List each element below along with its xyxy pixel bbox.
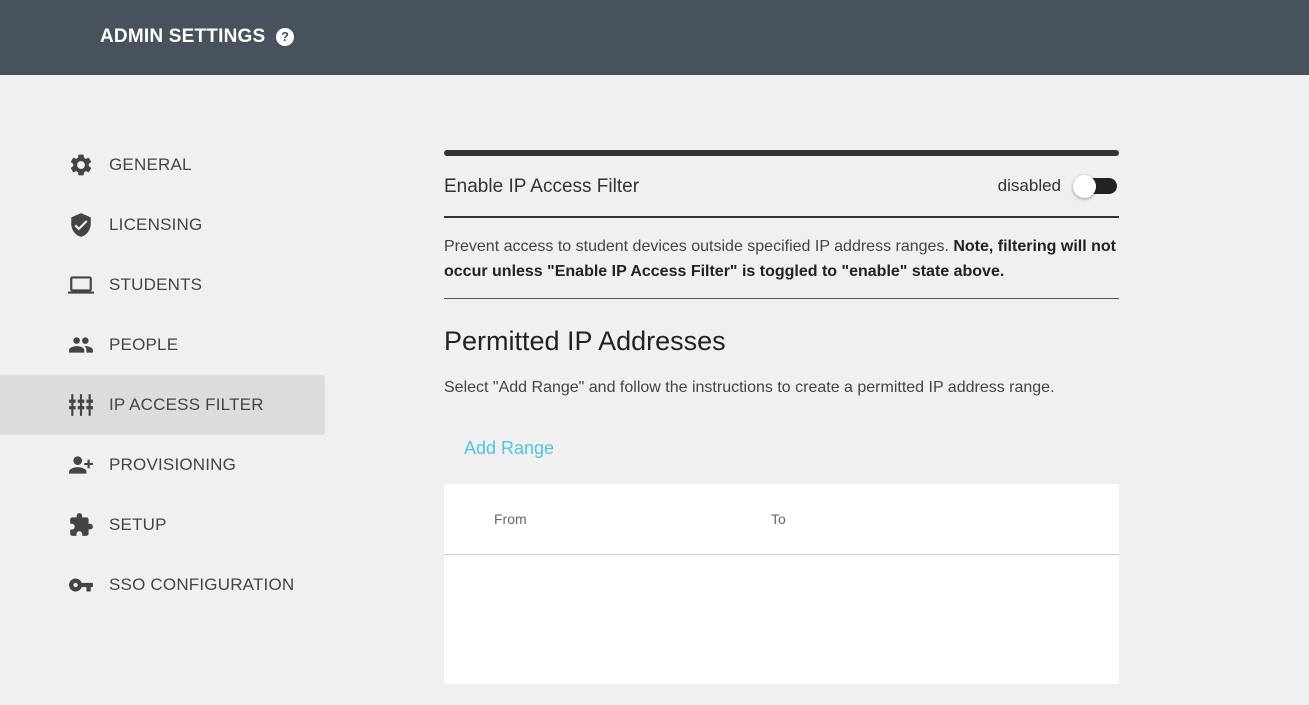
sliders-icon [66,392,96,418]
sidebar-item-label: PROVISIONING [109,455,237,474]
ip-filter-title: Enable IP Access Filter [444,176,640,197]
sidebar-item-setup[interactable]: SETUP [0,495,325,555]
sidebar-item-label: GENERAL [109,155,192,174]
sidebar-item-ip-access-filter[interactable]: IP ACCESS FILTER [0,375,325,435]
shield-check-icon [66,212,96,238]
person-add-icon [66,452,96,478]
column-to[interactable]: To [771,511,786,527]
sidebar: GENERAL LICENSING STUDENTS PEOPLE IP ACC… [0,135,325,615]
sidebar-item-general[interactable]: GENERAL [0,135,325,195]
sidebar-item-licensing[interactable]: LICENSING [0,195,325,255]
puzzle-icon [66,512,96,538]
people-icon [66,332,96,358]
help-icon[interactable]: ? [276,28,294,46]
sidebar-item-provisioning[interactable]: PROVISIONING [0,435,325,495]
gear-icon [66,152,96,178]
ip-filter-description: Prevent access to student devices outsid… [444,234,1119,299]
laptop-icon [66,272,96,298]
key-icon [66,572,96,598]
sidebar-item-label: IP ACCESS FILTER [109,395,264,414]
add-range-button[interactable]: Add Range [464,438,554,459]
app-header: ADMIN SETTINGS ? [0,0,1309,75]
sidebar-item-label: SSO CONFIGURATION [109,575,295,594]
toggle-knob [1073,175,1096,198]
page-title: ADMIN SETTINGS [100,26,266,47]
permitted-ip-title: Permitted IP Addresses [444,326,726,356]
sidebar-item-label: STUDENTS [109,275,203,294]
sidebar-item-people[interactable]: PEOPLE [0,315,325,375]
ip-filter-toggle[interactable] [1073,175,1117,198]
ip-range-table: From To [444,484,1119,684]
sidebar-item-label: SETUP [109,515,167,534]
sidebar-item-label: LICENSING [109,215,203,234]
sidebar-item-label: PEOPLE [109,335,179,354]
permitted-ip-description: Select "Add Range" and follow the instru… [444,379,1055,396]
ip-filter-status: disabled [997,176,1061,195]
table-header: From To [444,484,1119,555]
ip-filter-toggle-row: Enable IP Access Filter disabled [444,156,1119,218]
sidebar-item-sso-configuration[interactable]: SSO CONFIGURATION [0,555,325,615]
description-text: Prevent access to student devices outsid… [444,238,954,255]
column-from[interactable]: From [494,511,527,527]
sidebar-item-students[interactable]: STUDENTS [0,255,325,315]
